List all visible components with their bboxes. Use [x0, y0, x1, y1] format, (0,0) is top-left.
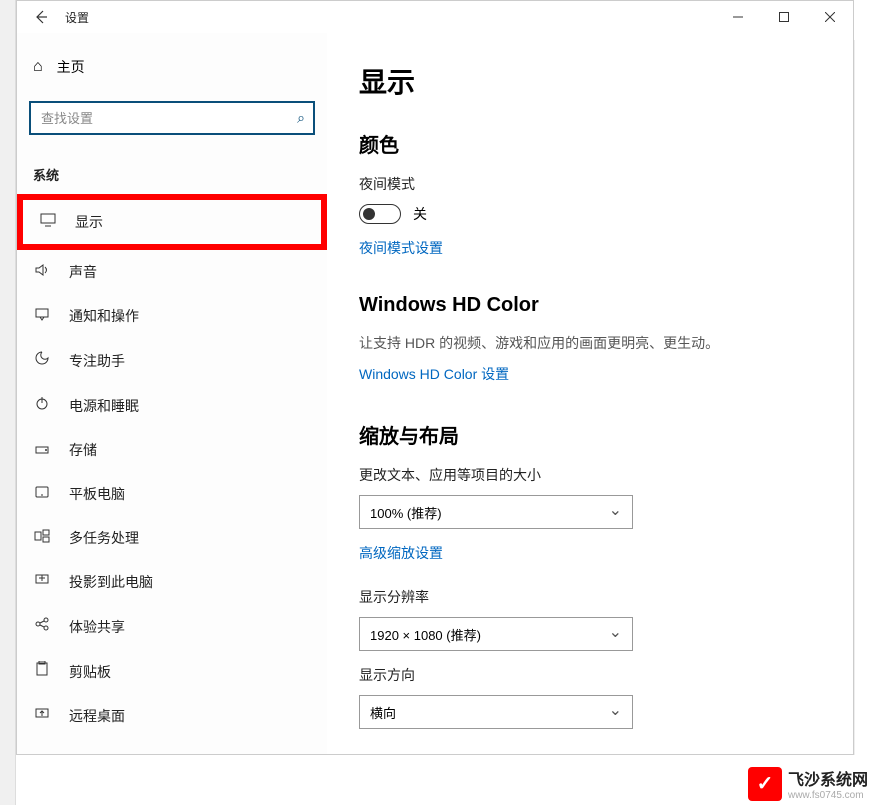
- body-row: ⌂ 主页 ⌕ 系统 显示 声音 通知和操作: [17, 33, 853, 754]
- search-icon: ⌕: [297, 110, 305, 127]
- sidebar-item-clipboard[interactable]: 剪贴板: [17, 649, 327, 694]
- sidebar-item-label: 剪贴板: [69, 662, 111, 682]
- back-arrow-icon: [33, 9, 49, 25]
- scale-dropdown[interactable]: 100% (推荐): [359, 495, 633, 529]
- orientation-dropdown[interactable]: 横向: [359, 695, 633, 729]
- search-input[interactable]: [29, 101, 315, 135]
- sidebar-item-label: 投影到此电脑: [69, 572, 153, 592]
- maximize-button[interactable]: [761, 1, 807, 33]
- section-color: 颜色: [359, 129, 821, 158]
- sidebar-item-label: 远程桌面: [69, 706, 125, 726]
- search-wrap: ⌕: [29, 101, 315, 135]
- resolution-value: 1920 × 1080 (推荐): [370, 625, 481, 644]
- sidebar: ⌂ 主页 ⌕ 系统 显示 声音 通知和操作: [17, 33, 327, 754]
- sidebar-item-multitask[interactable]: 多任务处理: [17, 516, 327, 560]
- hd-color-settings-link[interactable]: Windows HD Color 设置: [359, 364, 509, 384]
- focus-icon: [33, 350, 51, 371]
- content: 显示 颜色 夜间模式 关 夜间模式设置 Windows HD Color 让支持…: [327, 33, 853, 754]
- sidebar-item-label: 专注助手: [69, 351, 125, 371]
- sidebar-item-label: 存储: [69, 440, 97, 460]
- resolution-label: 显示分辨率: [359, 587, 821, 607]
- remote-icon: [33, 707, 51, 726]
- window-controls: [715, 1, 853, 33]
- minimize-icon: [733, 12, 743, 22]
- night-mode-toggle-row: 关: [359, 204, 821, 224]
- titlebar: 设置: [17, 1, 853, 33]
- night-mode-toggle[interactable]: [359, 204, 401, 224]
- sidebar-item-label: 体验共享: [69, 617, 125, 637]
- hd-color-desc: 让支持 HDR 的视频、游戏和应用的画面更明亮、更生动。: [359, 333, 821, 354]
- home-nav[interactable]: ⌂ 主页: [17, 43, 327, 91]
- night-mode-state: 关: [413, 204, 427, 224]
- maximize-icon: [779, 12, 789, 22]
- scale-label: 更改文本、应用等项目的大小: [359, 465, 821, 485]
- background-sliver-left: [0, 0, 16, 805]
- orientation-label: 显示方向: [359, 665, 821, 685]
- advanced-scale-link[interactable]: 高级缩放设置: [359, 543, 443, 563]
- sidebar-item-storage[interactable]: 存储: [17, 428, 327, 472]
- display-icon: [39, 213, 57, 232]
- tablet-icon: [33, 485, 51, 504]
- sidebar-item-tablet[interactable]: 平板电脑: [17, 472, 327, 516]
- background-sliver-right: [854, 40, 872, 755]
- sidebar-item-label: 平板电脑: [69, 484, 125, 504]
- watermark: ✓ 飞沙系统网 www.fs0745.com: [748, 766, 868, 801]
- sidebar-item-label: 多任务处理: [69, 528, 139, 548]
- close-button[interactable]: [807, 1, 853, 33]
- sidebar-item-label: 通知和操作: [69, 306, 139, 326]
- project-icon: [33, 573, 51, 592]
- sidebar-item-sound[interactable]: 声音: [17, 250, 327, 294]
- orientation-value: 横向: [370, 703, 396, 722]
- storage-icon: [33, 441, 51, 460]
- sound-icon: [33, 263, 51, 282]
- back-button[interactable]: [25, 1, 57, 33]
- close-icon: [825, 12, 835, 22]
- notification-icon: [33, 307, 51, 326]
- night-mode-label: 夜间模式: [359, 174, 821, 194]
- section-scale: 缩放与布局: [359, 420, 821, 449]
- sidebar-item-share[interactable]: 体验共享: [17, 604, 327, 649]
- home-icon: ⌂: [33, 58, 43, 76]
- minimize-button[interactable]: [715, 1, 761, 33]
- night-mode-settings-link[interactable]: 夜间模式设置: [359, 238, 443, 258]
- watermark-text: 飞沙系统网: [788, 766, 868, 790]
- page-title: 显示: [359, 61, 821, 101]
- sidebar-item-label: 声音: [69, 262, 97, 282]
- watermark-url: www.fs0745.com: [788, 790, 868, 801]
- clipboard-icon: [33, 661, 51, 682]
- power-icon: [33, 395, 51, 416]
- section-hd-color: Windows HD Color: [359, 294, 821, 317]
- sidebar-item-power[interactable]: 电源和睡眠: [17, 383, 327, 428]
- sidebar-item-display[interactable]: 显示: [17, 194, 327, 250]
- watermark-icon: ✓: [748, 767, 782, 801]
- multitask-icon: [33, 529, 51, 548]
- sidebar-item-label: 显示: [75, 212, 103, 232]
- sidebar-item-remote[interactable]: 远程桌面: [17, 694, 327, 738]
- sidebar-item-project[interactable]: 投影到此电脑: [17, 560, 327, 604]
- sidebar-section-label: 系统: [17, 145, 327, 194]
- sidebar-item-label: 电源和睡眠: [69, 396, 139, 416]
- share-icon: [33, 616, 51, 637]
- sidebar-item-focus[interactable]: 专注助手: [17, 338, 327, 383]
- sidebar-item-notifications[interactable]: 通知和操作: [17, 294, 327, 338]
- window-title: 设置: [65, 9, 89, 26]
- nav-list: 显示 声音 通知和操作 专注助手 电源和睡眠: [17, 194, 327, 738]
- toggle-knob: [363, 208, 375, 220]
- resolution-dropdown[interactable]: 1920 × 1080 (推荐): [359, 617, 633, 651]
- home-label: 主页: [57, 57, 85, 77]
- scale-value: 100% (推荐): [370, 503, 442, 522]
- settings-window: 设置 ⌂ 主页 ⌕ 系统 显示: [16, 0, 854, 755]
